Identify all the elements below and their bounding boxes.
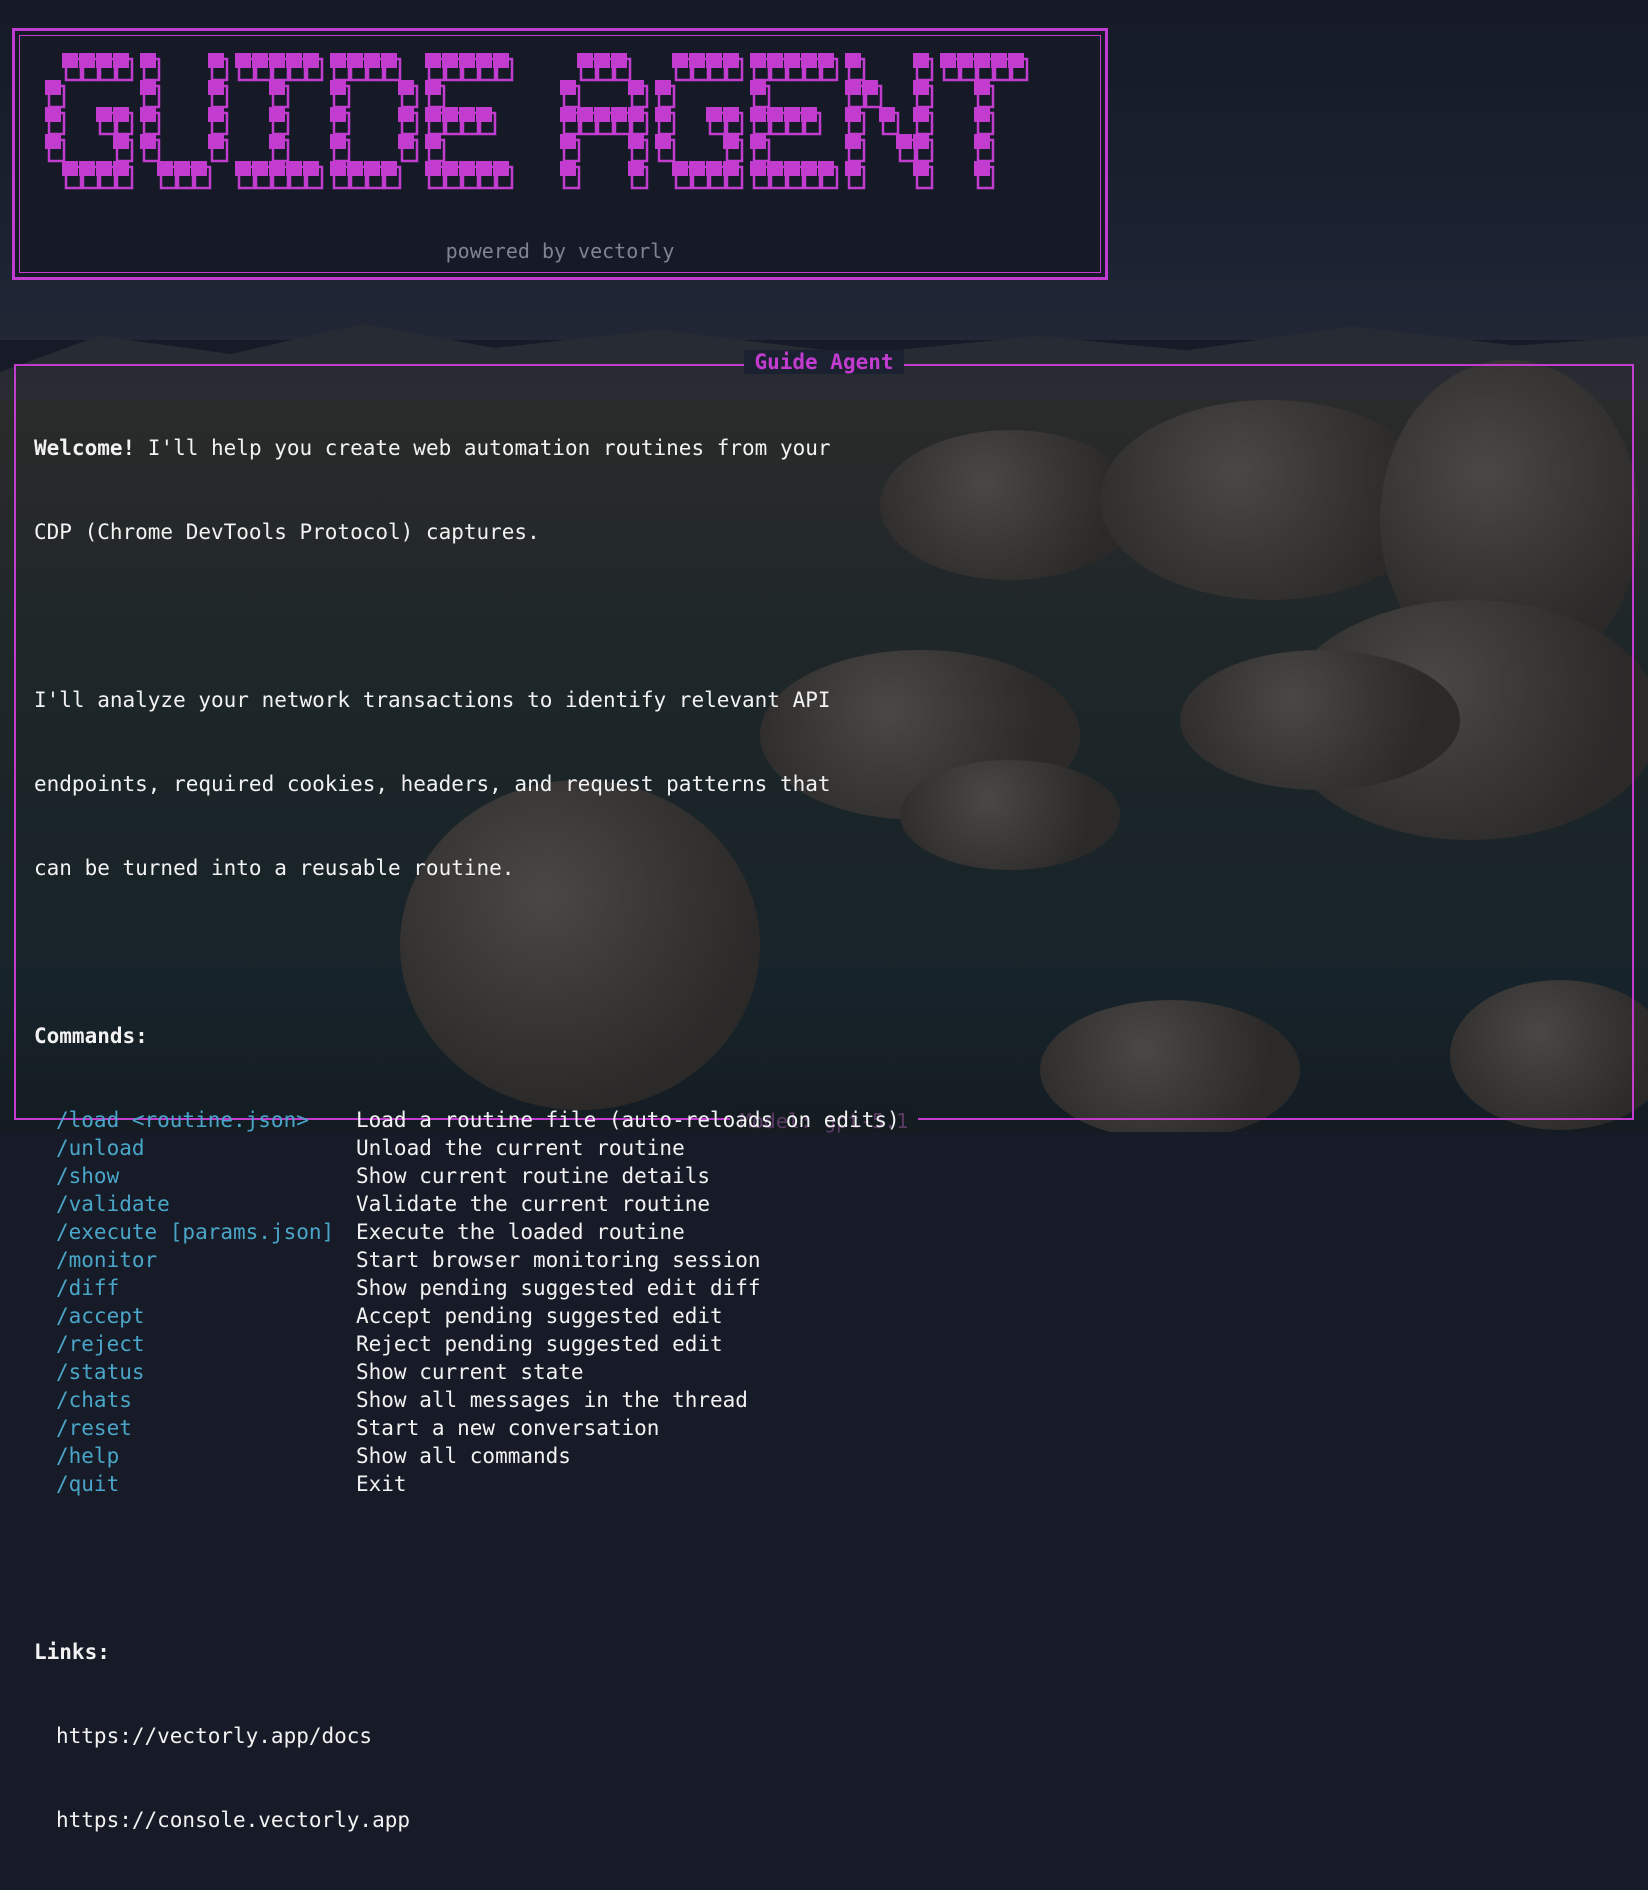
command-name: /status — [56, 1360, 145, 1384]
console-link[interactable]: https://console.vectorly.app — [34, 1806, 900, 1834]
command-name: /chats — [56, 1388, 132, 1412]
command-description: Show pending suggested edit diff — [356, 1276, 761, 1300]
command-row: /chats Show all messages in the thread — [34, 1386, 900, 1414]
command-name: /unload — [56, 1136, 145, 1160]
intro-line: CDP (Chrome DevTools Protocol) captures. — [34, 520, 540, 544]
command-description: Accept pending suggested edit — [356, 1304, 723, 1328]
command-row: /help Show all commands — [34, 1442, 900, 1470]
command-name: /reject — [56, 1332, 145, 1356]
intro-paragraph-line: endpoints, required cookies, headers, an… — [34, 772, 831, 796]
command-name: /show — [56, 1164, 120, 1188]
command-row: /reject Reject pending suggested edit — [34, 1330, 900, 1358]
command-row: /reset Start a new conversation — [34, 1414, 900, 1442]
command-name: /monitor — [56, 1248, 158, 1272]
command-description: Exit — [356, 1472, 407, 1496]
command-description: Show current state — [356, 1360, 584, 1384]
welcome-line: Welcome! I'll help you create web automa… — [34, 436, 831, 460]
command-row: /validate Validate the current routine — [34, 1190, 900, 1218]
panel-content: Welcome! I'll help you create web automa… — [34, 378, 900, 1890]
intro-paragraph-line: I'll analyze your network transactions t… — [34, 688, 831, 712]
command-name: /reset — [56, 1416, 132, 1440]
command-row: /accept Accept pending suggested edit — [34, 1302, 900, 1330]
docs-link[interactable]: https://vectorly.app/docs — [34, 1722, 900, 1750]
command-description: Reject pending suggested edit — [356, 1332, 723, 1356]
command-description: Show all commands — [356, 1444, 571, 1468]
intro-paragraph-line: can be turned into a reusable routine. — [34, 856, 515, 880]
command-row: /execute [params.json] Execute the loaded… — [34, 1218, 900, 1246]
ascii-banner: powered by vectorly — [12, 28, 1108, 280]
command-description: Validate the current routine — [356, 1192, 711, 1216]
links-heading: Links: — [34, 1640, 110, 1664]
powered-by-text: powered by vectorly — [445, 239, 675, 263]
command-name: /diff — [56, 1276, 120, 1300]
command-row: /load <routine.json> Load a routine file … — [34, 1106, 900, 1134]
command-name: /execute [params.json] — [56, 1220, 335, 1244]
command-row: /status Show current state — [34, 1358, 900, 1386]
command-row: /unload Unload the current routine — [34, 1134, 900, 1162]
command-row: /show Show current routine details — [34, 1162, 900, 1190]
command-name: /quit — [56, 1472, 120, 1496]
command-description: Show current routine details — [356, 1164, 711, 1188]
guide-agent-panel: Guide Agent Model: gpt-5.1 Welcome! I'll… — [14, 350, 1634, 1832]
command-description: Start a new conversation — [356, 1416, 660, 1440]
command-row: /monitor Start browser monitoring session — [34, 1246, 900, 1274]
command-name: /load <routine.json> — [56, 1108, 309, 1132]
command-description: Load a routine file (auto-reloads on edi… — [356, 1108, 900, 1132]
command-description: Execute the loaded routine — [356, 1220, 685, 1244]
command-description: Unload the current routine — [356, 1136, 685, 1160]
command-row: /diff Show pending suggested edit diff — [34, 1274, 900, 1302]
command-list: /load <routine.json> Load a routine file … — [34, 1106, 900, 1498]
command-name: /validate — [56, 1192, 170, 1216]
panel-title: Guide Agent — [16, 350, 1632, 374]
command-name: /help — [56, 1444, 120, 1468]
command-row: /quit Exit — [34, 1470, 900, 1498]
guide-agent-logo — [45, 53, 1029, 190]
command-description: Show all messages in the thread — [356, 1388, 748, 1412]
command-name: /accept — [56, 1304, 145, 1328]
commands-heading: Commands: — [34, 1024, 148, 1048]
welcome-text: Welcome! — [34, 436, 136, 460]
command-description: Start browser monitoring session — [356, 1248, 761, 1272]
